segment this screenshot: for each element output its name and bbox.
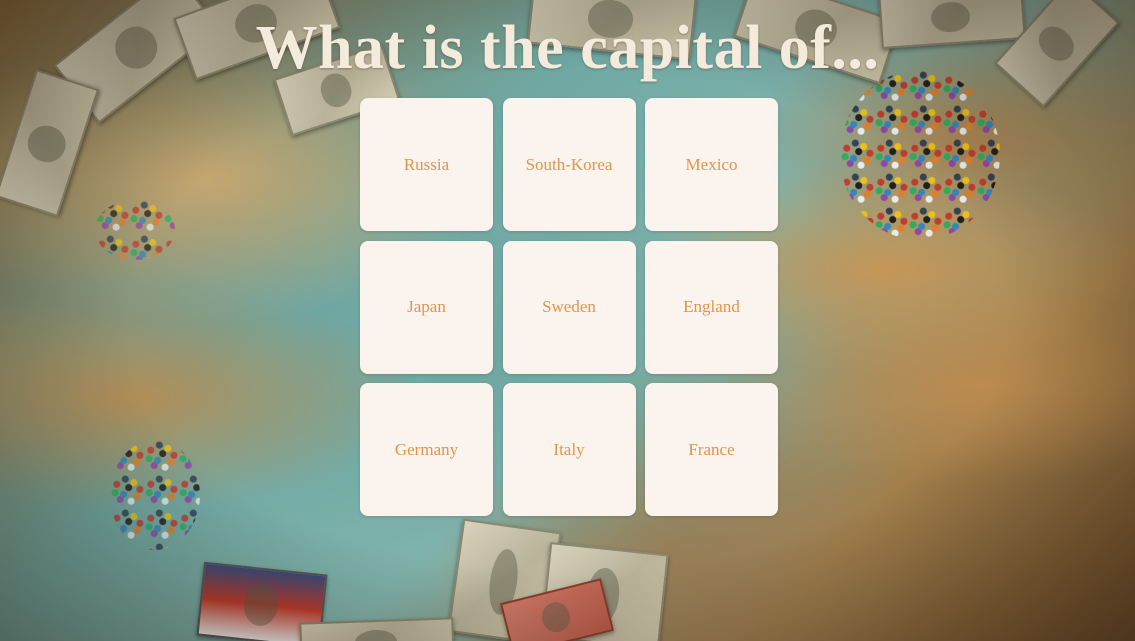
card-label: Mexico <box>685 154 738 174</box>
answer-card-germany[interactable]: Germany <box>360 383 493 516</box>
card-label: England <box>683 297 740 316</box>
answer-card-france[interactable]: France <box>645 383 778 516</box>
answer-card-sweden[interactable]: Sweden <box>502 240 636 374</box>
card-label: Italy <box>553 439 585 459</box>
answer-card-grid: Russia South-Korea Mexico Japan Sweden E… <box>360 98 778 516</box>
card-label: Germany <box>394 439 459 459</box>
answer-card-japan[interactable]: Japan <box>360 240 493 374</box>
card-label: South-Korea <box>525 154 613 174</box>
answer-card-italy[interactable]: Italy <box>502 383 636 516</box>
answer-card-england[interactable]: England <box>645 240 778 374</box>
answer-card-russia[interactable]: Russia <box>360 98 493 231</box>
answer-card-south-korea[interactable]: South-Korea <box>502 98 636 231</box>
card-label: Russia <box>403 154 450 174</box>
card-label: France <box>688 439 735 459</box>
card-label: Sweden <box>542 297 596 316</box>
answer-card-mexico[interactable]: Mexico <box>645 98 778 231</box>
card-label: Japan <box>407 297 446 316</box>
quiz-question-title: What is the capital of... <box>255 14 880 82</box>
